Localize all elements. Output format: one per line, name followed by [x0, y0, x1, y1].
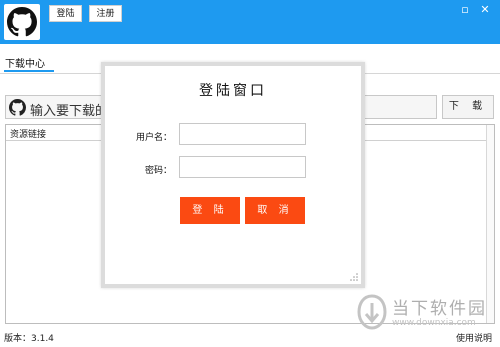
minimize-icon[interactable]: ▫	[458, 3, 472, 17]
login-button[interactable]: 登陆	[49, 5, 82, 22]
password-field[interactable]	[179, 156, 306, 178]
watermark-url: www.downxia.com	[392, 318, 476, 328]
version-label: 版本：3.1.4	[4, 334, 54, 344]
github-logo-icon	[4, 4, 40, 40]
column-header-resource-link: 资源链接	[10, 130, 47, 140]
password-label: 密码：	[144, 166, 172, 176]
dialog-cancel-button[interactable]: 取 消	[245, 197, 305, 224]
register-button[interactable]: 注册	[89, 5, 122, 22]
url-input-placeholder: 输入要下载的	[30, 104, 109, 119]
dialog-title: 登陆窗口	[199, 83, 267, 99]
download-button[interactable]: 下 载	[442, 95, 494, 119]
watermark: 当下软件园 www.downxia.com	[356, 294, 496, 334]
resize-grip-icon[interactable]	[350, 273, 358, 281]
close-icon[interactable]: ✕	[478, 3, 492, 17]
title-bar: 登陆 注册 ▫ ✕	[0, 0, 500, 44]
watermark-brand: 当下软件园	[392, 299, 487, 319]
username-label: 用户名：	[135, 133, 172, 143]
watermark-logo-icon	[357, 294, 387, 330]
github-small-icon	[9, 99, 26, 116]
username-field[interactable]	[179, 123, 306, 145]
dialog-login-button[interactable]: 登 陆	[180, 197, 240, 224]
tab-download-center[interactable]: 下载中心	[5, 55, 45, 70]
login-dialog: 登陆窗口 用户名： 密码： 登 陆 取 消	[101, 62, 365, 288]
github-logo-svg	[7, 7, 37, 37]
active-tab-indicator	[4, 70, 54, 72]
